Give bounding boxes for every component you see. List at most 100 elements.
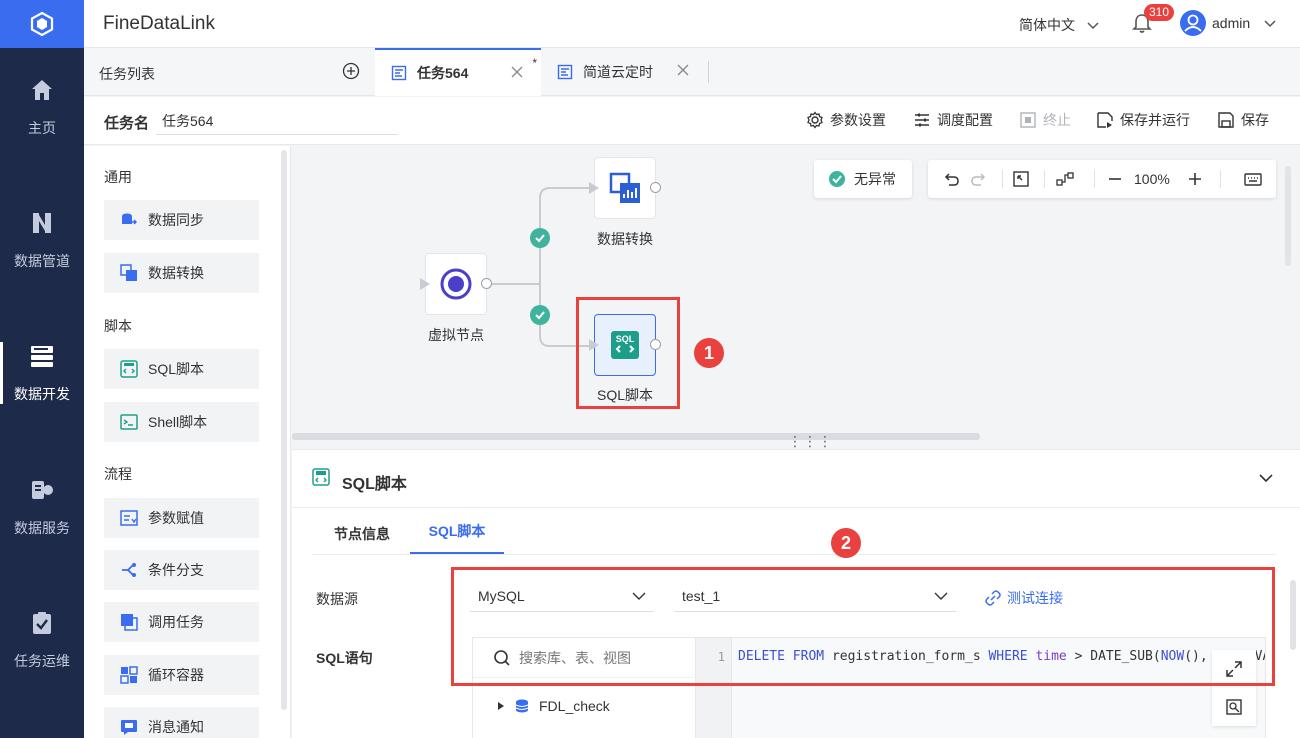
nav-label-pipeline: 数据管道 — [14, 253, 70, 269]
layout-icon[interactable] — [1056, 170, 1074, 188]
clipboard-check-icon — [28, 609, 56, 637]
tab-task564[interactable]: 任务564 * — [375, 48, 541, 96]
preview-button[interactable] — [1212, 688, 1256, 726]
gear-icon — [807, 111, 823, 129]
close-icon[interactable] — [677, 64, 689, 76]
save-icon — [1218, 112, 1234, 128]
task-doc-icon — [557, 64, 573, 80]
undo-icon[interactable] — [942, 170, 960, 188]
preview-icon — [1226, 699, 1242, 715]
save-button[interactable]: 保存 — [1217, 110, 1269, 130]
stop-button[interactable]: 终止 — [1019, 110, 1071, 130]
palette-item-sql[interactable]: SQL脚本 — [104, 349, 259, 389]
nav-label-dev: 数据开发 — [14, 386, 70, 402]
status-indicator: 无异常 — [814, 160, 912, 198]
keyboard-icon[interactable] — [1244, 170, 1262, 188]
palette-label: 参数赋值 — [148, 510, 204, 526]
chevron-down-icon — [1264, 20, 1276, 28]
chevron-down-icon — [1087, 22, 1099, 30]
tree-item-label: FDL_check — [539, 698, 610, 714]
zoom-out-icon[interactable] — [1106, 170, 1124, 188]
close-icon[interactable] — [511, 66, 523, 78]
panel-scrollbar[interactable] — [1290, 580, 1296, 650]
palette-label: 循环容器 — [148, 667, 204, 683]
nav-item-ops[interactable]: 任务运维 — [0, 585, 84, 695]
task-doc-icon — [391, 65, 407, 81]
toolbar-divider — [1002, 170, 1003, 188]
node-transform-in-port[interactable] — [589, 182, 599, 194]
palette-item-notify[interactable]: 消息通知 — [104, 707, 259, 738]
toolbar-divider — [1220, 170, 1221, 188]
params-button[interactable]: 参数设置 — [806, 110, 886, 130]
panel-title: SQL脚本 — [342, 476, 407, 493]
palette-label: 条件分支 — [148, 562, 204, 578]
database-icon — [515, 699, 529, 713]
app-logo[interactable] — [0, 0, 84, 48]
palette-item-shell[interactable]: Shell脚本 — [104, 402, 259, 442]
palette-item-call-task[interactable]: 调用任务 — [104, 602, 259, 642]
nav-label-home: 主页 — [28, 120, 56, 136]
tab-underline — [312, 554, 1276, 555]
tree-item[interactable]: FDL_check — [497, 698, 610, 714]
user-menu[interactable]: admin — [1212, 15, 1276, 31]
zoom-in-icon[interactable] — [1186, 170, 1204, 188]
save-run-icon — [1097, 112, 1113, 128]
nav-item-pipeline[interactable]: 数据管道 — [0, 185, 84, 295]
task-name-input[interactable] — [156, 107, 398, 135]
status-label: 无异常 — [854, 171, 896, 187]
node-transform[interactable] — [594, 157, 656, 219]
tab-jiandaoyun[interactable]: 简道云定时 — [541, 48, 707, 96]
avatar[interactable] — [1180, 10, 1206, 36]
palette-scrollbar[interactable] — [281, 150, 287, 710]
flow-canvas[interactable]: 虚拟节点 数据转换 SQL SQL脚本 1 无异常 100% ⋮⋮⋮ — [292, 146, 1300, 448]
toolbar-divider — [1094, 170, 1095, 188]
palette-item-param-assign[interactable]: 参数赋值 — [104, 498, 259, 538]
callout-1: 1 — [694, 338, 724, 368]
add-circle-icon[interactable] — [342, 62, 360, 80]
save-run-label: 保存并运行 — [1120, 112, 1190, 128]
canvas-vscrollbar[interactable] — [1285, 166, 1291, 266]
nav-item-service[interactable]: 数据服务 — [0, 452, 84, 562]
node-virtual[interactable] — [425, 253, 487, 315]
unsaved-marker: * — [532, 56, 537, 70]
palette-item-data-transform[interactable]: 数据转换 — [104, 253, 259, 293]
chevron-down-icon[interactable] — [1258, 470, 1274, 486]
fit-view-icon[interactable] — [1012, 170, 1030, 188]
schedule-button[interactable]: 调度配置 — [913, 110, 993, 130]
notification-badge: 310 — [1144, 4, 1175, 21]
palette-label: 调用任务 — [148, 614, 204, 630]
palette-item-loop[interactable]: 循环容器 — [104, 655, 259, 695]
save-run-button[interactable]: 保存并运行 — [1096, 110, 1190, 130]
tab-sql-script[interactable]: SQL脚本 — [410, 510, 504, 554]
sql-statement-label: SQL语句 — [316, 650, 373, 666]
node-transform-out-port[interactable] — [650, 182, 661, 193]
language-selector[interactable]: 简体中文 — [1019, 15, 1099, 35]
node-virtual-out-port[interactable] — [481, 278, 492, 289]
tab-node-info[interactable]: 节点信息 — [334, 524, 390, 544]
data-transform-icon — [120, 264, 137, 281]
highlight-box-datasource — [451, 567, 1275, 686]
left-nav: 主页 数据管道 数据开发 数据服务 任务运维 — [0, 0, 84, 738]
target-icon — [440, 268, 472, 300]
canvas-hscrollbar[interactable] — [292, 433, 980, 440]
user-icon — [1184, 14, 1202, 32]
palette-label: 数据转换 — [148, 265, 204, 281]
app-title: FineDataLink — [103, 13, 215, 34]
tab-bar: 任务列表 任务564 * 简道云定时 — [84, 48, 1300, 96]
node-virtual-in-port[interactable] — [420, 278, 430, 290]
node-palette: 通用 数据同步 数据转换 脚本 SQL脚本 Shell脚本 流程 参数赋值 条件… — [84, 146, 291, 738]
nav-label-service: 数据服务 — [14, 520, 70, 536]
group-script: 脚本 — [104, 318, 132, 334]
loop-container-icon — [120, 666, 138, 684]
task-list-label[interactable]: 任务列表 — [99, 64, 155, 84]
palette-item-data-sync[interactable]: 数据同步 — [104, 200, 259, 240]
redo-icon[interactable] — [970, 170, 988, 188]
caret-right-icon[interactable] — [497, 701, 505, 711]
schedule-label: 调度配置 — [937, 112, 993, 128]
resize-handle[interactable]: ⋮⋮⋮ — [788, 434, 833, 448]
palette-item-condition[interactable]: 条件分支 — [104, 550, 259, 590]
nav-item-home[interactable]: 主页 — [0, 52, 84, 162]
nav-item-dev[interactable]: 数据开发 — [0, 318, 84, 428]
palette-label: 数据同步 — [148, 212, 204, 228]
params-label: 参数设置 — [830, 112, 886, 128]
